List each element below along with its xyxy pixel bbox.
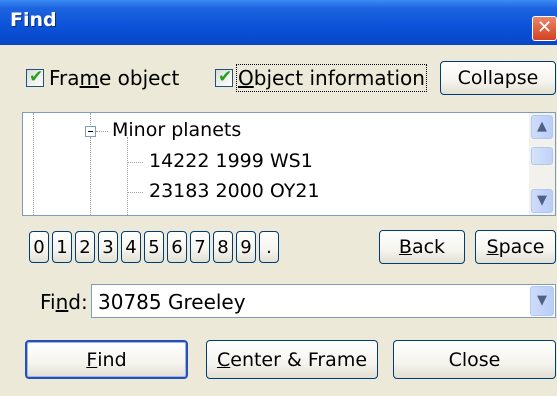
object-information-label: Object information	[236, 64, 427, 92]
key-8[interactable]: 8	[213, 231, 233, 263]
tree-node-minor-planets[interactable]: Minor planets	[112, 119, 241, 141]
key-4[interactable]: 4	[121, 231, 141, 263]
key-2[interactable]: 2	[75, 231, 95, 263]
chevron-down-icon[interactable]: ▼	[530, 286, 554, 316]
close-button[interactable]: Close	[393, 340, 556, 379]
tree-guide	[96, 131, 108, 132]
frame-object-option[interactable]: ✔ Frame object	[26, 66, 179, 90]
chevron-up-icon[interactable]: ▲	[531, 115, 553, 139]
tree-guide	[90, 113, 91, 127]
tree-item[interactable]: 23183 2000 OY21	[149, 180, 320, 202]
tree-guide	[127, 137, 128, 215]
object-tree[interactable]: Minor planets 14222 1999 WS1 23183 2000 …	[22, 112, 556, 216]
scroll-thumb[interactable]	[531, 147, 553, 165]
key-6[interactable]: 6	[167, 231, 187, 263]
collapse-button[interactable]: Collapse	[440, 61, 556, 95]
key-1[interactable]: 1	[52, 231, 72, 263]
key-decimal[interactable]: .	[259, 231, 279, 263]
key-7[interactable]: 7	[190, 231, 210, 263]
key-0[interactable]: 0	[29, 231, 49, 263]
find-label: Find:	[40, 290, 88, 314]
find-input[interactable]: 30785 Greeley	[98, 290, 246, 314]
find-dialog: Find ✕ ✔ Frame object ✔ Object informati…	[0, 0, 557, 396]
close-window-button[interactable]: ✕	[532, 16, 557, 41]
key-9[interactable]: 9	[236, 231, 256, 263]
key-5[interactable]: 5	[144, 231, 164, 263]
object-information-checkbox[interactable]: ✔	[215, 67, 233, 87]
collapse-node-icon[interactable]	[85, 126, 96, 137]
frame-object-checkbox[interactable]: ✔	[26, 67, 44, 87]
chevron-down-icon[interactable]: ▼	[531, 189, 553, 213]
checkmark-icon: ✔	[29, 67, 44, 87]
tree-item[interactable]: 14222 1999 WS1	[149, 150, 313, 172]
object-information-option[interactable]: ✔ Object information	[215, 64, 427, 92]
tree-guide	[90, 137, 91, 215]
back-button[interactable]: Back	[379, 230, 465, 264]
center-frame-button[interactable]: Center & Frame	[206, 340, 378, 379]
checkmark-icon: ✔	[218, 67, 233, 87]
tree-scrollbar[interactable]: ▲ ▼	[529, 113, 555, 215]
tree-guide	[33, 113, 34, 215]
title-bar[interactable]: Find ✕	[0, 0, 557, 45]
key-3[interactable]: 3	[98, 231, 118, 263]
space-button[interactable]: Space	[475, 230, 556, 264]
tree-guide	[127, 192, 143, 193]
find-combobox[interactable]: 30785 Greeley ▼	[91, 284, 556, 318]
tree-guide	[127, 162, 143, 163]
find-button[interactable]: Find	[25, 340, 188, 379]
window-title: Find	[10, 9, 57, 31]
frame-object-label: Frame object	[49, 66, 180, 90]
